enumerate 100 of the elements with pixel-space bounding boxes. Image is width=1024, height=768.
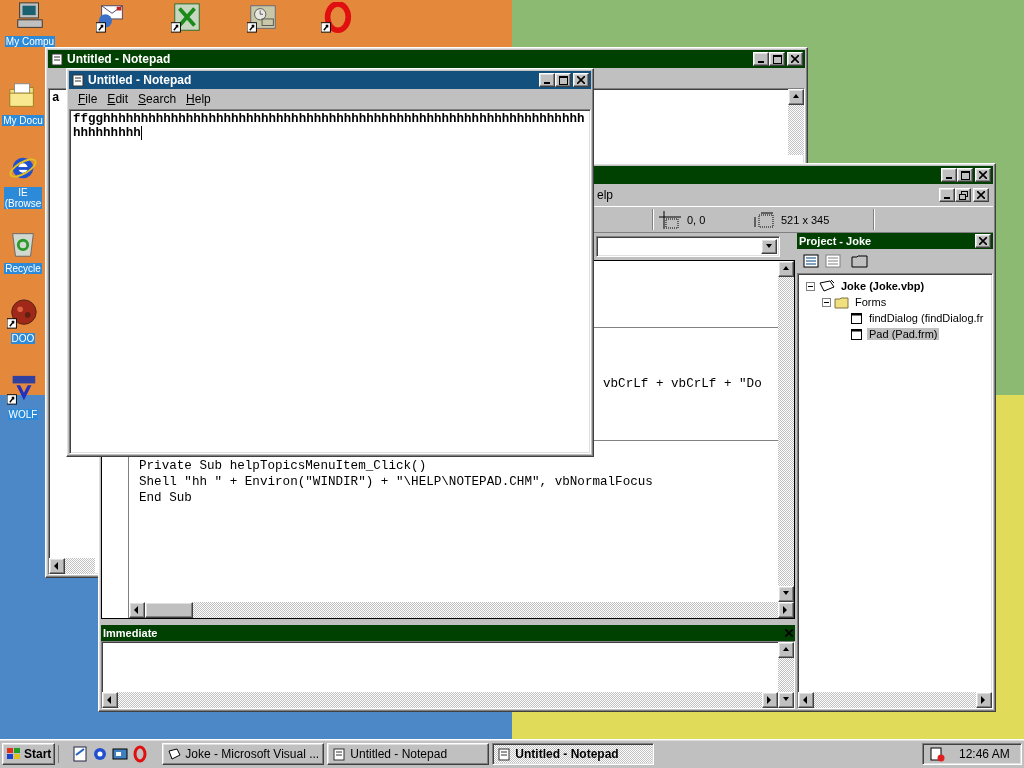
up-arrow-icon bbox=[782, 646, 790, 654]
maximize-icon bbox=[772, 54, 782, 64]
notepad-icon bbox=[50, 52, 64, 66]
minimize-button[interactable] bbox=[941, 168, 957, 182]
close-icon bbox=[979, 171, 987, 179]
icon-label[interactable]: Recycle bbox=[4, 263, 42, 274]
notepad-icon bbox=[497, 747, 512, 761]
taskbar-button[interactable]: Untitled - Notepad bbox=[327, 743, 490, 765]
up-arrow-icon bbox=[792, 93, 800, 101]
close-icon bbox=[785, 629, 793, 637]
immediate-pane[interactable] bbox=[101, 641, 795, 709]
taskbar-button[interactable]: Joke - Microsoft Visual ... bbox=[162, 743, 325, 765]
close-button[interactable] bbox=[975, 234, 991, 248]
start-button[interactable]: Start bbox=[2, 743, 56, 765]
icon-label[interactable]: My Docu bbox=[2, 115, 44, 126]
clock: 12:46 AM bbox=[959, 747, 1010, 761]
window-title: Untitled - Notepad bbox=[67, 52, 171, 66]
close-icon bbox=[979, 237, 987, 245]
tree-item[interactable]: Forms bbox=[853, 296, 889, 308]
minimize-button[interactable] bbox=[753, 52, 769, 66]
icon-label[interactable]: DOO bbox=[10, 333, 36, 344]
text-area[interactable]: ffgghhhhhhhhhhhhhhhhhhhhhhhhhhhhhhhhhhhhhhhhhhhhhhhhhhhhhhhhhhhhhhhh hhhhhhhhh bbox=[69, 109, 591, 454]
close-button[interactable] bbox=[973, 188, 989, 202]
size-icon bbox=[753, 210, 775, 229]
document-text: a bbox=[52, 91, 60, 105]
tree-item[interactable]: Pad (Pad.frm) bbox=[867, 328, 940, 340]
left-arrow-icon bbox=[53, 562, 61, 570]
maximize-icon bbox=[558, 75, 568, 85]
left-arrow-icon bbox=[133, 606, 141, 614]
right-arrow-icon bbox=[782, 606, 790, 614]
position-icon bbox=[659, 210, 681, 229]
left-arrow-icon bbox=[802, 696, 810, 704]
notepad-icon bbox=[332, 747, 347, 761]
tree-item[interactable]: Joke (Joke.vbp) bbox=[839, 280, 927, 292]
tree-item[interactable]: findDialog (findDialog.fr bbox=[867, 312, 986, 324]
close-icon bbox=[977, 191, 985, 199]
scroll-right-button[interactable] bbox=[762, 692, 778, 708]
windows-logo-icon bbox=[6, 747, 22, 761]
scroll-down-button[interactable] bbox=[778, 586, 794, 602]
ring-icon[interactable] bbox=[321, 2, 353, 34]
close-button[interactable] bbox=[573, 73, 589, 87]
pane-title: Immediate bbox=[103, 627, 158, 639]
taskbar-button[interactable]: Untitled - Notepad bbox=[492, 743, 655, 765]
pane-title: Project - Joke bbox=[799, 235, 872, 247]
close-icon bbox=[791, 55, 799, 63]
maximize-button[interactable] bbox=[957, 168, 973, 182]
minimize-button[interactable] bbox=[539, 73, 555, 87]
menu-item[interactable]: Edit bbox=[102, 92, 134, 106]
document-text: ffgghhhhhhhhhhhhhhhhhhhhhhhhhhhhhhhhhhhhhhhhhhhhhhhhhhhhhhhhhhhhhhhh bbox=[73, 112, 585, 126]
collapse-toggle[interactable] bbox=[806, 281, 815, 291]
maximize-icon bbox=[960, 170, 970, 180]
menu-item[interactable]: Search bbox=[133, 92, 182, 106]
scroll-left-button[interactable] bbox=[102, 692, 118, 708]
icon-label[interactable]: WOLF bbox=[7, 409, 39, 420]
close-button[interactable] bbox=[975, 168, 991, 182]
spreadsheet-icon[interactable] bbox=[171, 2, 203, 34]
close-button[interactable] bbox=[787, 52, 803, 66]
notepad-icon[interactable] bbox=[71, 745, 90, 763]
scroll-up-button[interactable] bbox=[778, 642, 794, 658]
scroll-right-button[interactable] bbox=[976, 692, 992, 708]
icon-label[interactable]: IE (Browse bbox=[3, 187, 43, 209]
position-readout: 0, 0 bbox=[687, 213, 707, 226]
close-icon bbox=[577, 76, 585, 84]
maximize-button[interactable] bbox=[555, 73, 571, 87]
desktop-icon[interactable] bbox=[111, 745, 130, 763]
right-arrow-icon bbox=[980, 696, 988, 704]
form-icon bbox=[850, 311, 864, 325]
clock-icon[interactable] bbox=[247, 2, 279, 34]
window-title: Untitled - Notepad bbox=[88, 73, 192, 87]
menu-item[interactable]: Help bbox=[181, 92, 216, 106]
scroll-down-button[interactable] bbox=[778, 692, 794, 708]
view-object-icon[interactable] bbox=[823, 252, 843, 270]
left-arrow-icon bbox=[106, 696, 114, 704]
minimize-button[interactable] bbox=[939, 188, 955, 202]
icon-label[interactable]: My Compu bbox=[4, 36, 56, 47]
scroll-left-button[interactable] bbox=[49, 558, 65, 574]
restore-button[interactable] bbox=[955, 188, 971, 202]
code-line: End Sub bbox=[139, 490, 193, 506]
collapse-toggle[interactable] bbox=[822, 297, 831, 307]
restore-icon bbox=[958, 190, 968, 200]
code-line: vbCrLf + vbCrLf + "Do bbox=[603, 376, 763, 392]
procedure-dropdown[interactable] bbox=[596, 236, 780, 257]
maximize-button[interactable] bbox=[769, 52, 785, 66]
code-line: Shell "hh " + Environ("WINDIR") + "\HELP\NOTEPAD.CHM", vbNormalFocus bbox=[139, 474, 654, 490]
form-icon bbox=[850, 327, 864, 341]
scroll-up-button[interactable] bbox=[778, 261, 794, 277]
view-code-icon[interactable] bbox=[801, 252, 821, 270]
document-text: hhhhhhhhh bbox=[73, 126, 142, 140]
scroll-left-button[interactable] bbox=[129, 602, 145, 618]
scroll-left-button[interactable] bbox=[798, 692, 814, 708]
notepad-icon bbox=[71, 73, 85, 87]
scroll-right-button[interactable] bbox=[778, 602, 794, 618]
up-arrow-icon bbox=[782, 265, 790, 273]
scrollbar-thumb[interactable] bbox=[145, 602, 193, 618]
code-line: Private Sub helpTopicsMenuItem_Click() bbox=[139, 458, 428, 474]
scroll-up-button[interactable] bbox=[788, 89, 804, 105]
menu-item[interactable]: elp bbox=[591, 188, 619, 202]
game-icon[interactable] bbox=[7, 298, 39, 330]
menu-item[interactable]: File bbox=[73, 92, 103, 106]
scheduler-icon[interactable] bbox=[929, 746, 945, 762]
